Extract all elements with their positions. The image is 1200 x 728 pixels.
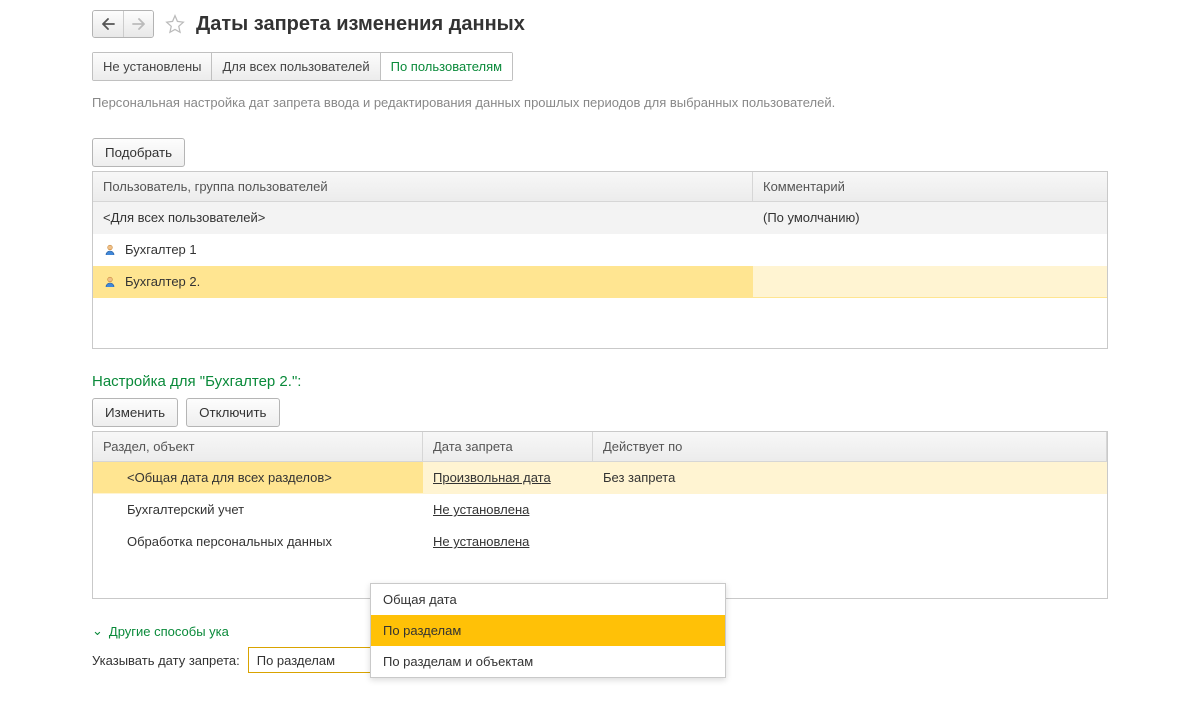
user-cell: Бухгалтер 1 xyxy=(93,234,753,265)
valid-cell xyxy=(593,526,1107,557)
details-table: Раздел, объект Дата запрета Действует по… xyxy=(92,431,1108,599)
col-section[interactable]: Раздел, объект xyxy=(93,432,423,461)
section-cell: Обработка персональных данных xyxy=(93,526,423,557)
details-table-header: Раздел, объект Дата запрета Действует по xyxy=(93,432,1107,462)
valid-cell: Без запрета xyxy=(593,462,1107,493)
table-row[interactable]: Бухгалтер 2. xyxy=(93,266,1107,298)
settings-section-title: Настройка для "Бухгалтер 2.": xyxy=(92,373,1108,390)
col-user[interactable]: Пользователь, группа пользователей xyxy=(93,172,753,201)
comment-cell xyxy=(753,234,1107,265)
select-button[interactable]: Подобрать xyxy=(92,138,185,167)
user-cell: Бухгалтер 2. xyxy=(93,266,753,297)
comment-cell xyxy=(753,266,1107,297)
disable-button[interactable]: Отключить xyxy=(186,398,279,427)
date-cell[interactable]: Не установлена xyxy=(423,526,593,557)
tab-all-users[interactable]: Для всех пользователей xyxy=(212,53,380,80)
arrow-left-icon xyxy=(101,18,115,30)
dropdown-popup: Общая дата По разделам По разделам и объ… xyxy=(370,583,726,678)
table-filler xyxy=(93,298,1107,348)
user-cell: <Для всех пользователей> xyxy=(93,202,753,233)
comment-cell: (По умолчанию) xyxy=(753,202,1107,233)
users-table: Пользователь, группа пользователей Комме… xyxy=(92,171,1108,349)
popup-item-by-sections-objects[interactable]: По разделам и объектам xyxy=(371,646,725,677)
edit-button[interactable]: Изменить xyxy=(92,398,178,427)
forward-button[interactable] xyxy=(123,11,153,37)
chevron-down-icon: ⌄ xyxy=(92,623,103,639)
col-comment[interactable]: Комментарий xyxy=(753,172,1107,201)
tab-by-users[interactable]: По пользователям xyxy=(381,53,512,80)
table-row[interactable]: Бухгалтер 1 xyxy=(93,234,1107,266)
section-cell: <Общая дата для всех разделов> xyxy=(93,462,423,493)
user-icon xyxy=(103,275,117,289)
user-label: Бухгалтер 2. xyxy=(125,274,200,289)
table-row[interactable]: Бухгалтерский учет Не установлена xyxy=(93,494,1107,526)
date-cell[interactable]: Не установлена xyxy=(423,494,593,525)
table-row[interactable]: <Общая дата для всех разделов> Произволь… xyxy=(93,462,1107,494)
popup-item-common-date[interactable]: Общая дата xyxy=(371,584,725,615)
expand-label: Другие способы ука xyxy=(109,624,229,639)
col-valid[interactable]: Действует по xyxy=(593,432,1107,461)
back-button[interactable] xyxy=(93,11,123,37)
date-cell[interactable]: Произвольная дата xyxy=(423,462,593,493)
field-label: Указывать дату запрета: xyxy=(92,653,240,668)
users-table-header: Пользователь, группа пользователей Комме… xyxy=(93,172,1107,202)
table-row[interactable]: <Для всех пользователей> (По умолчанию) xyxy=(93,202,1107,234)
arrow-right-icon xyxy=(132,18,146,30)
valid-cell xyxy=(593,494,1107,525)
user-icon xyxy=(103,243,117,257)
favorite-star-icon[interactable] xyxy=(164,13,186,35)
description-text: Персональная настройка дат запрета ввода… xyxy=(92,95,1108,110)
tab-not-set[interactable]: Не установлены xyxy=(93,53,212,80)
col-date[interactable]: Дата запрета xyxy=(423,432,593,461)
nav-buttons xyxy=(92,10,154,38)
tabs: Не установлены Для всех пользователей По… xyxy=(92,52,513,81)
popup-item-by-sections[interactable]: По разделам xyxy=(371,615,725,646)
page-title: Даты запрета изменения данных xyxy=(196,13,525,36)
table-row[interactable]: Обработка персональных данных Не установ… xyxy=(93,526,1107,558)
section-cell: Бухгалтерский учет xyxy=(93,494,423,525)
user-label: Бухгалтер 1 xyxy=(125,242,197,257)
user-label: <Для всех пользователей> xyxy=(103,210,265,225)
